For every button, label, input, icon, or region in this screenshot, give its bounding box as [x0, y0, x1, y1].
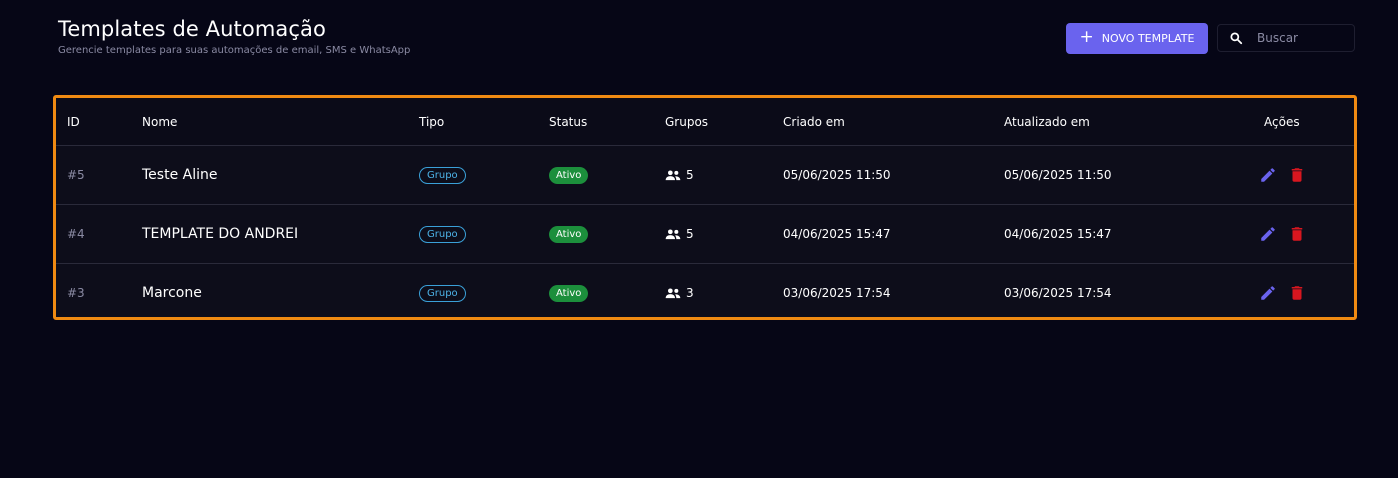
- row-nome: Teste Aline: [142, 167, 218, 183]
- trash-icon[interactable]: [1288, 166, 1306, 184]
- templates-table: ID Nome Tipo Status Grupos Criado em Atu…: [53, 95, 1357, 320]
- table-row: #4 TEMPLATE DO ANDREI Grupo Ativo 5 04/0…: [56, 205, 1354, 264]
- row-atualizado: 05/06/2025 11:50: [1004, 168, 1112, 182]
- col-header-grupos: Grupos: [665, 114, 709, 129]
- grupos-count: 5: [686, 168, 694, 182]
- pencil-icon[interactable]: [1259, 225, 1277, 243]
- row-id: #3: [67, 286, 85, 300]
- row-atualizado: 04/06/2025 15:47: [1004, 227, 1112, 241]
- page-subtitle: Gerencie templates para suas automações …: [58, 45, 411, 56]
- trash-icon[interactable]: [1288, 284, 1306, 302]
- col-header-atualizado: Atualizado em: [1004, 114, 1090, 129]
- new-template-label: NOVO TEMPLATE: [1101, 32, 1195, 45]
- col-header-status: Status: [549, 114, 588, 129]
- grupos-count: 3: [686, 286, 694, 300]
- row-nome: Marcone: [142, 285, 202, 301]
- col-header-tipo: Tipo: [419, 114, 445, 129]
- plus-icon: +: [1079, 27, 1094, 47]
- col-header-id: ID: [67, 114, 80, 129]
- new-template-button[interactable]: + NOVO TEMPLATE: [1066, 23, 1208, 54]
- col-header-nome: Nome: [142, 114, 178, 129]
- tipo-chip: Grupo: [419, 225, 466, 243]
- status-badge: Ativo: [549, 225, 589, 243]
- trash-icon[interactable]: [1288, 225, 1306, 243]
- status-badge: Ativo: [549, 284, 589, 302]
- row-atualizado: 03/06/2025 17:54: [1004, 286, 1112, 300]
- col-header-criado: Criado em: [783, 114, 845, 129]
- row-criado: 05/06/2025 11:50: [783, 168, 891, 182]
- table-row: #5 Teste Aline Grupo Ativo 5 05/06/2025 …: [56, 146, 1354, 205]
- row-criado: 04/06/2025 15:47: [783, 227, 891, 241]
- search-icon: [1230, 32, 1243, 45]
- grupos-count: 5: [686, 227, 694, 241]
- page-title: Templates de Automação: [58, 17, 326, 41]
- tipo-chip: Grupo: [419, 284, 466, 302]
- tipo-chip: Grupo: [419, 166, 466, 184]
- people-icon: [665, 229, 681, 239]
- templates-page: Templates de Automação Gerencie template…: [0, 0, 1398, 478]
- search-input[interactable]: [1257, 31, 1347, 45]
- table-header: ID Nome Tipo Status Grupos Criado em Atu…: [56, 98, 1354, 146]
- row-id: #5: [67, 168, 85, 182]
- status-badge: Ativo: [549, 166, 589, 184]
- pencil-icon[interactable]: [1259, 284, 1277, 302]
- row-nome: TEMPLATE DO ANDREI: [142, 226, 299, 242]
- row-criado: 03/06/2025 17:54: [783, 286, 891, 300]
- row-id: #4: [67, 227, 85, 241]
- people-icon: [665, 170, 681, 180]
- people-icon: [665, 288, 681, 298]
- table-row: #3 Marcone Grupo Ativo 3 03/06/2025 17:5…: [56, 264, 1354, 317]
- pencil-icon[interactable]: [1259, 166, 1277, 184]
- search-box[interactable]: [1217, 24, 1355, 52]
- col-header-acoes: Ações: [1264, 114, 1300, 129]
